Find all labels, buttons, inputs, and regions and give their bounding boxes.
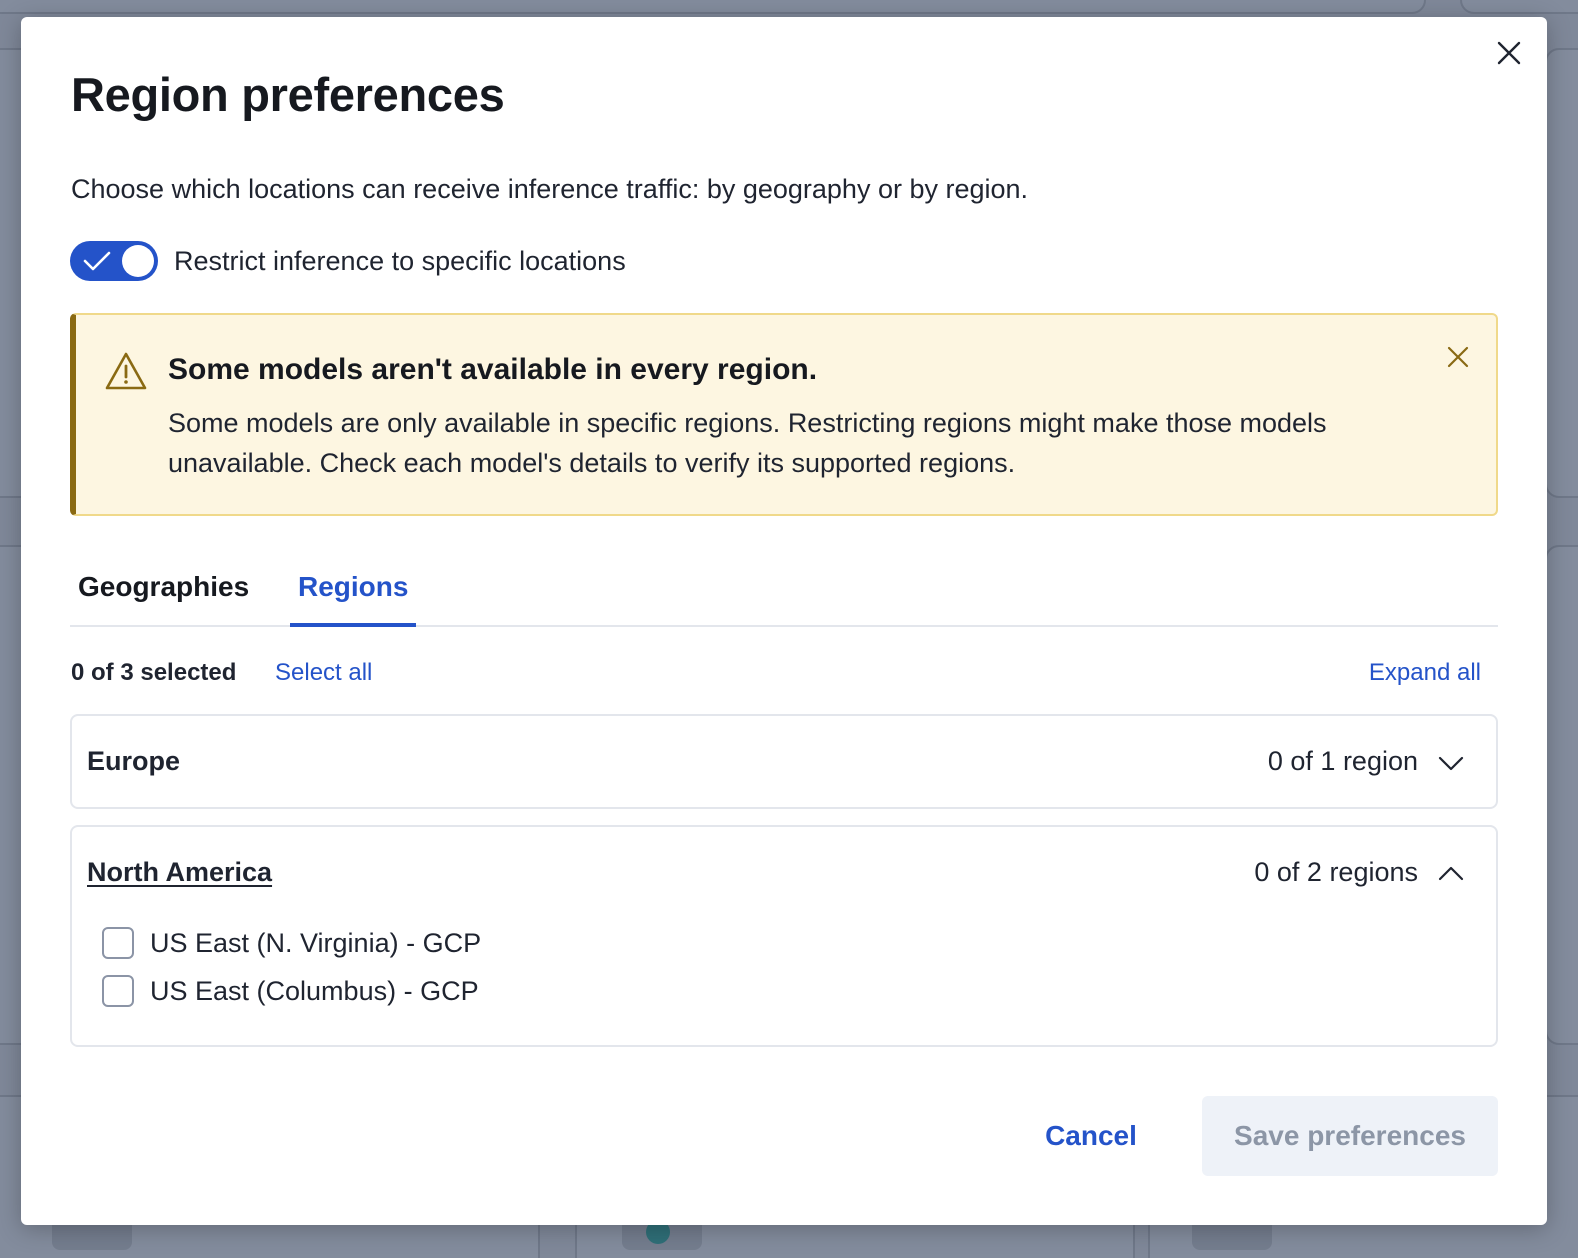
expand-all-link[interactable]: Expand all <box>1369 659 1481 687</box>
save-preferences-button[interactable]: Save preferences <box>1202 1096 1498 1176</box>
dialog-description: Choose which locations can receive infer… <box>71 174 1029 204</box>
region-preferences-dialog: Region preferences Choose which location… <box>21 17 1547 1225</box>
location-tabs: Geographies Regions <box>70 557 1498 627</box>
dismiss-alert-button[interactable] <box>1440 339 1476 375</box>
cancel-button[interactable]: Cancel <box>1031 1097 1151 1175</box>
background-panel <box>0 0 1426 14</box>
restrict-inference-toggle[interactable] <box>70 241 158 281</box>
group-header-europe[interactable]: Europe <box>87 746 180 777</box>
close-dialog-button[interactable] <box>1491 35 1527 71</box>
region-option[interactable]: US East (Columbus) - GCP <box>102 975 479 1007</box>
group-header-north-america[interactable]: North America <box>87 857 272 888</box>
alert-body: Some models are only available in specif… <box>168 408 1327 478</box>
region-option-label: US East (N. Virginia) - GCP <box>150 927 482 958</box>
background-panel <box>1460 0 1578 14</box>
warning-alert: Some models aren't available in every re… <box>70 313 1498 516</box>
close-icon <box>1447 346 1469 368</box>
restrict-inference-label: Restrict inference to specific locations <box>174 245 626 276</box>
region-checkbox[interactable] <box>102 975 134 1007</box>
tab-regions[interactable]: Regions <box>290 571 417 627</box>
alert-title: Some models aren't available in every re… <box>168 353 818 386</box>
chevron-up-icon[interactable] <box>1436 859 1466 889</box>
region-checkbox[interactable] <box>102 927 134 959</box>
close-icon <box>1497 41 1521 65</box>
restrict-toggle-row: Restrict inference to specific locations <box>70 241 626 281</box>
group-count: 0 of 2 regions <box>1254 857 1418 887</box>
region-option[interactable]: US East (N. Virginia) - GCP <box>102 927 481 959</box>
dialog-title: Region preferences <box>71 68 505 121</box>
region-group-north-america: North America 0 of 2 regions US East (N.… <box>70 825 1498 1047</box>
background-panel <box>1545 545 1578 1045</box>
chevron-down-icon[interactable] <box>1436 748 1466 778</box>
selection-summary: 0 of 3 selected <box>71 659 237 686</box>
group-count: 0 of 1 region <box>1267 746 1418 776</box>
tab-geographies[interactable]: Geographies <box>70 571 257 627</box>
select-all-link[interactable]: Select all <box>275 659 372 687</box>
warning-icon <box>105 352 147 390</box>
toggle-knob <box>122 245 154 277</box>
region-group-europe: Europe 0 of 1 region <box>70 714 1498 809</box>
background-panel <box>1545 48 1578 498</box>
checkmark-icon <box>83 251 111 271</box>
region-option-label: US East (Columbus) - GCP <box>150 975 479 1006</box>
